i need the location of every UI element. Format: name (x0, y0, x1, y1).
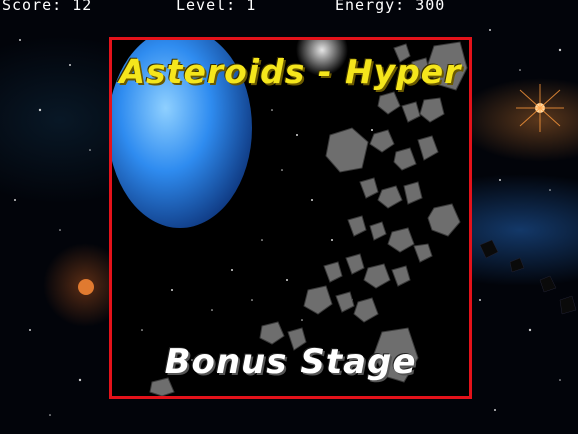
background-rocks (479, 239, 577, 315)
distant-sun-right (516, 84, 564, 132)
stage-title: Bonus Stage (164, 342, 417, 382)
score-readout: Score: 12 (2, 0, 93, 14)
level-readout: Level: 1 (176, 0, 257, 14)
energy-readout: Energy: 300 (335, 0, 446, 14)
game-title: Asteroids - Hyper (119, 52, 462, 91)
distant-planet-left (78, 279, 94, 295)
splash-panel: Asteroids - Hyper Bonus Stage (109, 37, 472, 399)
hud-bar: Score: 12 Level: 1 Energy: 300 (0, 0, 578, 16)
